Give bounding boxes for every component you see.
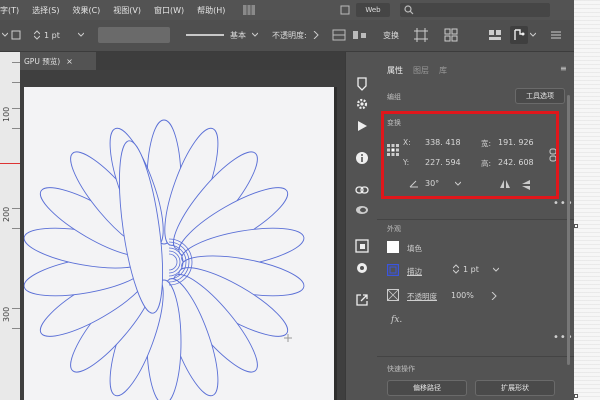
stroke-label[interactable]: 描边 [407,266,422,277]
info-icon[interactable] [354,150,370,166]
offset-path-button[interactable]: 偏移路径 [387,380,467,396]
panel-menu-icon[interactable] [550,26,562,44]
ruler-mark-200: 200 [2,206,11,222]
opacity-label: 不透明度: [272,30,307,40]
stroke-style-value: 基本 [230,30,246,40]
chevron-down-icon[interactable] [530,26,536,44]
brush-definition-control[interactable]: 基本 [186,26,258,44]
gear-icon[interactable] [354,96,370,112]
menu-view[interactable]: 视图(V) [113,5,141,16]
appearance-opacity-label[interactable]: 不透明度 [407,291,437,302]
appearance-stroke-weight[interactable]: 1 pt [463,265,479,274]
stepper-icon [34,30,40,40]
ruler-mark-300: 300 [2,306,11,322]
search-input[interactable] [400,3,550,17]
stroke-line-icon [186,34,224,36]
expand-shape-button[interactable]: 扩展形状 [475,380,555,396]
opacity-control[interactable]: 不透明度: [272,26,319,44]
control-bar: 1 pt 基本 不透明度: 变换 [0,20,574,52]
close-icon[interactable]: × [66,57,73,66]
link-icon[interactable] [354,182,370,198]
panel-divider [377,219,574,220]
document-tab-label: GPU 预览) [24,56,61,66]
fx-effects-button[interactable]: fx. [391,315,402,325]
document-tab[interactable]: GPU 预览) × [20,52,96,70]
puppet-warp-icon[interactable] [510,26,528,44]
symbol-icon[interactable] [354,260,370,276]
chevron-down-icon [77,32,84,38]
workspace-area: Web [340,3,550,17]
tab-layers[interactable]: 图层 [413,65,429,76]
layers-icon[interactable] [354,202,370,218]
appearance-more-options[interactable]: ••• [553,332,574,343]
arrange-documents-icon[interactable] [488,26,502,44]
stroke-weight-value: 1 pt [44,30,60,40]
fill-swatch[interactable] [387,241,399,253]
selection-type-label: 编组 [387,93,401,101]
menu-effect[interactable]: 效果(C) [72,5,100,16]
grid-icon[interactable] [242,4,256,16]
transform-label: 变换 [383,30,399,40]
stroke-swatch[interactable] [387,264,399,276]
arrange-icon[interactable] [340,5,350,15]
stepper-icon[interactable] [453,264,459,274]
stroke-weight-control[interactable]: 1 pt [34,26,84,44]
align-icon[interactable] [352,26,368,44]
flower-center-arc [168,253,178,271]
menu-select[interactable]: 选择(S) [32,5,59,16]
appearance-opacity-value[interactable]: 100% [451,291,474,300]
document-tab-bar: GPU 预览) × [0,52,345,70]
stroke-color-control[interactable] [2,26,21,44]
quick-actions-section-title: 快速操作 [387,365,415,373]
isolate-icon[interactable] [414,26,428,44]
panel-icon-dock [345,52,377,400]
open-external-icon[interactable] [354,292,370,308]
transform-highlight-box [381,111,559,199]
menu-help[interactable]: 帮助(H) [197,5,225,16]
transform-more-options[interactable]: ••• [553,198,574,209]
properties-panel: 属性 图层 库 ≡ 编组 工具选项 变换 X: 338. 418 宽: 191.… [377,52,574,400]
menu-window[interactable]: 窗口(W) [154,5,184,16]
variable-width-field[interactable] [98,26,170,44]
chevron-down-icon [2,32,8,38]
panel-menu-icon[interactable]: ≡ [560,64,567,73]
opacity-icon [387,289,399,301]
chevron-right-icon[interactable] [491,292,497,300]
color-icon[interactable] [354,76,370,92]
artboard-shadow [334,87,337,400]
resize-handle-bottom[interactable] [574,394,578,398]
fill-label: 填色 [407,244,422,253]
transform-link[interactable]: 变换 [383,26,399,44]
appearance-section-title: 外观 [387,225,401,233]
ruler-mark-100: 100 [2,106,11,122]
tab-properties[interactable]: 属性 [387,65,403,76]
panel-scrollbar[interactable] [567,95,570,365]
panel-tabs: 属性 图层 库 [377,62,574,78]
stroke-swatch-icon [11,30,21,40]
menu-text[interactable]: 字(T) [0,5,19,16]
cursor-crosshair-icon [284,334,292,344]
tool-options-button[interactable]: 工具选项 [515,88,565,104]
play-icon[interactable] [354,118,370,134]
chevron-down-icon [252,32,258,38]
resize-handle[interactable] [574,224,578,228]
flower-illustration[interactable] [24,87,334,400]
window-right-edge [574,0,600,400]
grid-view-icon[interactable] [444,26,458,44]
search-icon [404,5,414,15]
tab-libraries[interactable]: 库 [439,65,447,76]
ruler-position-indicator [0,163,20,164]
chevron-down-icon[interactable] [493,267,499,273]
chevron-right-icon [313,31,319,39]
recolor-icon[interactable] [332,26,346,44]
export-icon[interactable] [354,238,370,254]
vertical-ruler[interactable]: 100 200 300 [0,52,20,400]
panel-divider [377,356,574,357]
workspace-switcher[interactable]: Web [356,3,390,17]
artboard[interactable] [24,87,334,400]
